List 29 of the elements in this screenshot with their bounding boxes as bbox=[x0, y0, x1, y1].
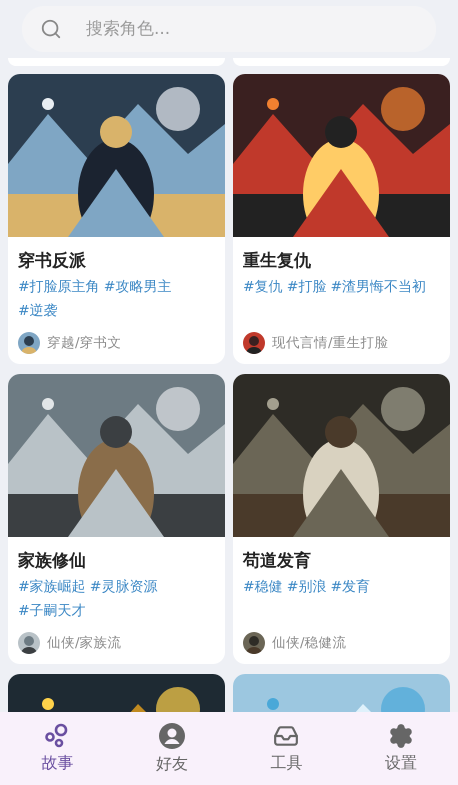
story-category: 仙侠/稳健流 bbox=[272, 634, 347, 652]
story-tag: #稳健 bbox=[243, 575, 283, 599]
story-tag: #灵脉资源 bbox=[90, 575, 158, 599]
story-card[interactable]: 家族修仙 #家族崛起 #灵脉资源 #子嗣天才 仙侠/家族流 bbox=[8, 374, 225, 664]
story-title: 苟道发育 bbox=[243, 550, 312, 573]
nav-tab[interactable]: 好友 bbox=[114, 712, 229, 785]
story-category: 仙侠/家族流 bbox=[47, 634, 122, 652]
story-tag: #逆袭 bbox=[18, 299, 58, 323]
story-tag: #打脸 bbox=[286, 275, 326, 299]
story-category: 现代言情/重生打脸 bbox=[272, 334, 389, 352]
story-card[interactable]: 重生复仇 #复仇 #打脸 #渣男悔不当初 现代言情/重生打脸 bbox=[233, 74, 450, 364]
story-title: 重生复仇 bbox=[243, 250, 312, 273]
story-tag: #复仇 bbox=[243, 275, 283, 299]
story-tag: #发育 bbox=[330, 575, 370, 599]
nav-tab[interactable]: 设置 bbox=[344, 712, 458, 785]
nav-tab[interactable]: 故事 bbox=[0, 712, 114, 785]
story-tag: #子嗣天才 bbox=[18, 599, 86, 623]
search-field[interactable]: 搜索角色... bbox=[22, 6, 436, 52]
story-tag: #攻略男主 bbox=[104, 275, 172, 299]
story-category: 穿越/穿书文 bbox=[47, 334, 122, 352]
story-card[interactable]: 苟道发育 #稳健 #别浪 #发育 仙侠/稳健流 bbox=[233, 374, 450, 664]
story-tag: #渣男悔不当初 bbox=[330, 275, 426, 299]
story-title: 穿书反派 bbox=[18, 250, 87, 273]
story-tag: #打脸原主角 bbox=[18, 275, 100, 299]
story-card[interactable]: 穿书反派 #打脸原主角 #攻略男主 #逆袭 穿越/穿书文 bbox=[8, 74, 225, 364]
story-tag: #家族崛起 bbox=[18, 575, 86, 599]
story-title: 家族修仙 bbox=[18, 550, 87, 573]
nav-tab[interactable]: 工具 bbox=[229, 712, 344, 785]
story-tag: #别浪 bbox=[286, 575, 326, 599]
